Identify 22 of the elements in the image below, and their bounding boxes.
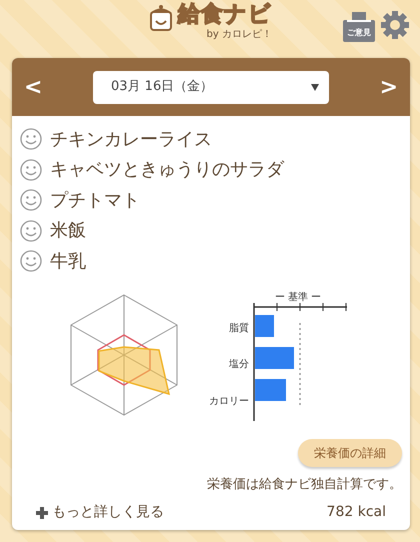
caret-icon bbox=[311, 83, 319, 91]
nutrition-details-button[interactable]: 栄養価の詳細 bbox=[298, 438, 402, 466]
smiley-icon bbox=[20, 128, 42, 150]
bar-label: 塩分 bbox=[229, 360, 249, 370]
logo-title: 給食ナビ bbox=[178, 4, 272, 26]
plus-icon bbox=[36, 506, 48, 518]
previous-day-button[interactable]: < bbox=[16, 70, 50, 104]
bar-label: カロリー bbox=[209, 397, 249, 408]
pot-mascot-icon bbox=[148, 4, 174, 32]
logo-subtitle: by カロレピ！ bbox=[206, 30, 272, 40]
smiley-icon bbox=[20, 250, 42, 272]
smiley-icon bbox=[20, 158, 42, 181]
smiley-icon bbox=[20, 220, 42, 242]
next-day-button[interactable]: > bbox=[372, 70, 406, 104]
bar-chart-title: ー 基準 ー bbox=[274, 292, 322, 302]
date-select[interactable]: 03月 16日（金） bbox=[93, 70, 329, 104]
calorie-total: 782 kcal bbox=[326, 503, 386, 522]
more-details-link[interactable]: もっと詳しく見る bbox=[36, 502, 164, 523]
bar-label: 脂質 bbox=[229, 324, 249, 334]
nutrition-note: 栄養価は給食ナビ独自計算です。 bbox=[207, 476, 402, 494]
smiley-icon bbox=[20, 189, 42, 212]
settings-icon[interactable] bbox=[380, 10, 410, 40]
